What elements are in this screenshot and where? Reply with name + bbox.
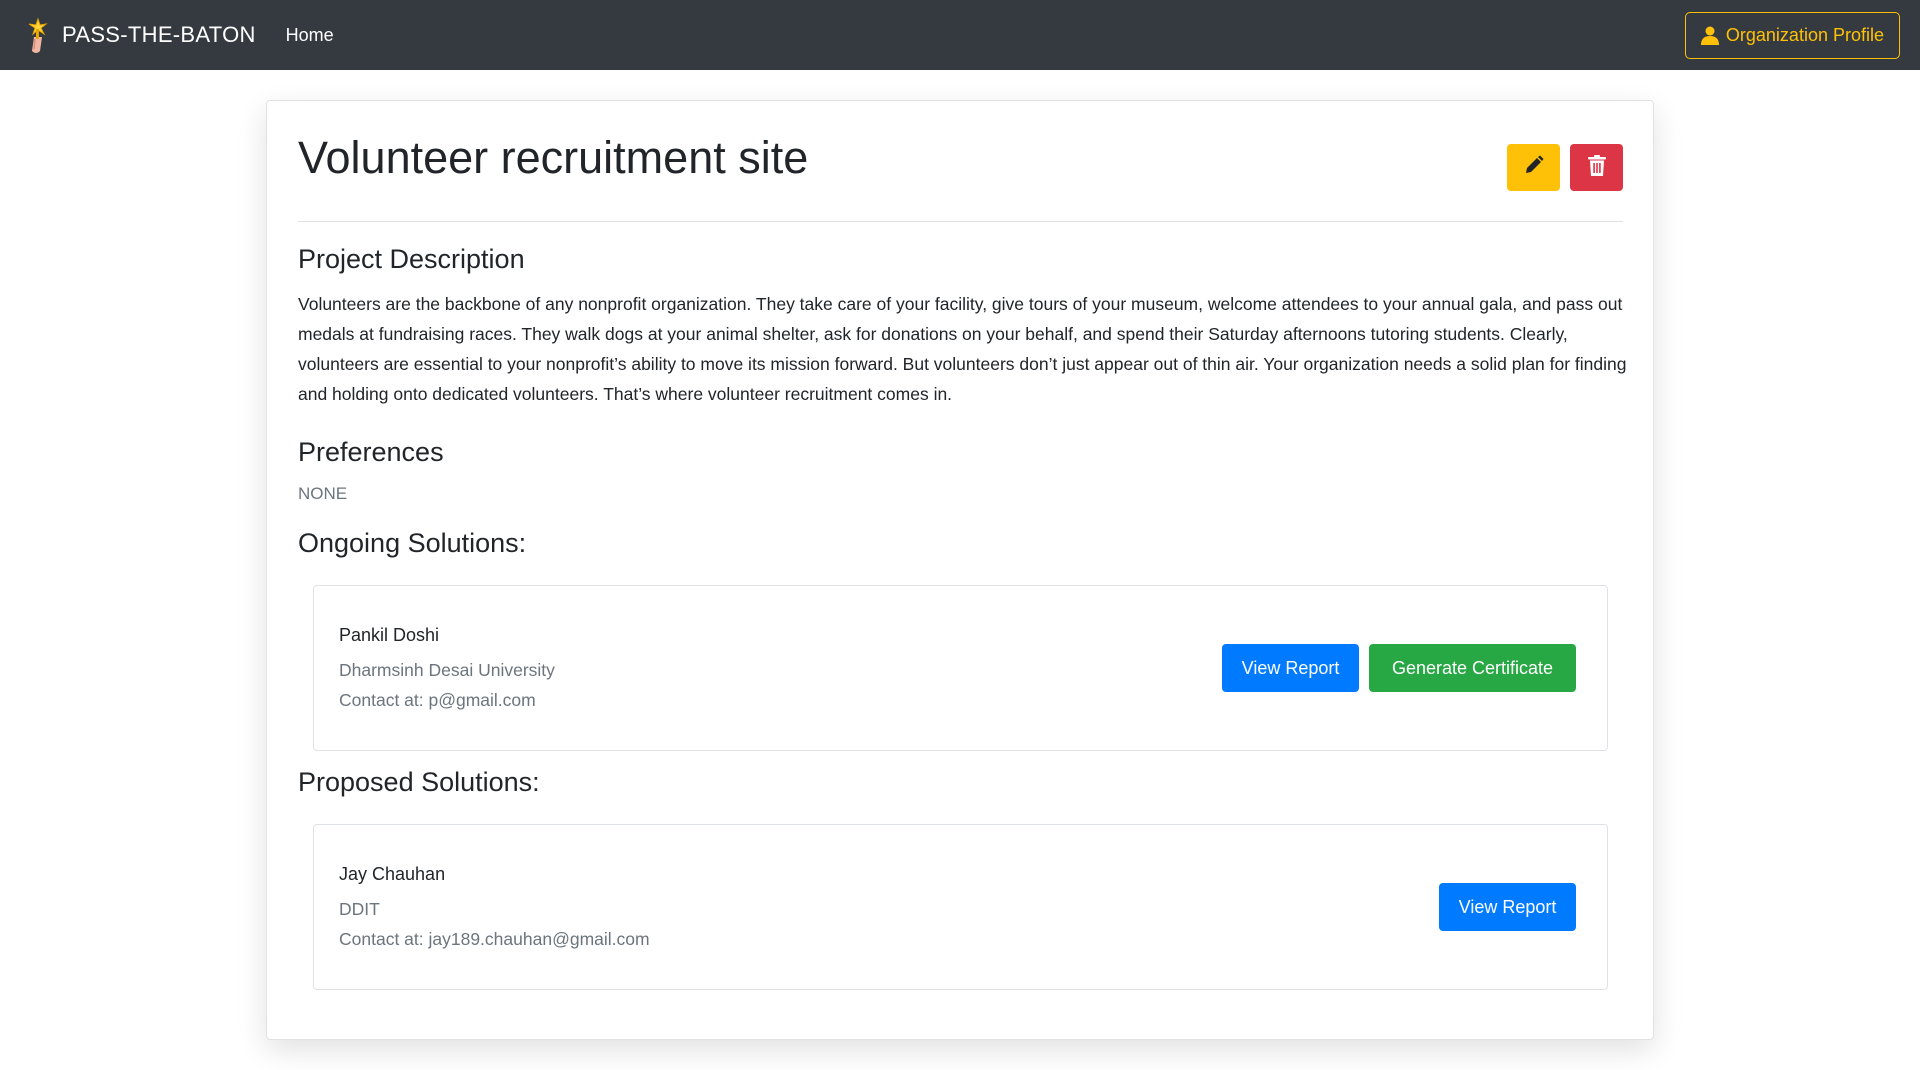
- organization-profile-label: Organization Profile: [1725, 24, 1884, 45]
- delete-button[interactable]: [1570, 144, 1623, 191]
- solution-actions: View Report Generate Certificate: [1222, 644, 1576, 692]
- solver-contact: Contact at: jay189.chauhan@gmail.com: [339, 929, 650, 949]
- solution-actions: View Report: [1439, 883, 1576, 931]
- brand-link[interactable]: PASS-THE-BATON: [26, 15, 256, 55]
- view-report-button[interactable]: View Report: [1439, 883, 1576, 931]
- title-row: Volunteer recruitment site: [298, 101, 1623, 222]
- brand-name: PASS-THE-BATON: [62, 22, 256, 47]
- ongoing-solutions-heading: Ongoing Solutions:: [298, 528, 527, 558]
- solver-name: Pankil Doshi: [339, 625, 440, 645]
- solution-info: Pankil Doshi Dharmsinh Desai University …: [339, 625, 555, 711]
- solver-contact: Contact at: p@gmail.com: [339, 690, 536, 710]
- user-icon: [1700, 25, 1720, 45]
- proposed-solutions-heading: Proposed Solutions:: [298, 767, 540, 797]
- navbar: PASS-THE-BATON Home Organization Profile: [0, 0, 1920, 70]
- description-heading: Project Description: [298, 244, 525, 274]
- view-report-button[interactable]: View Report: [1222, 644, 1359, 692]
- organization-profile-button[interactable]: Organization Profile: [1684, 11, 1900, 59]
- solution-info: Jay Chauhan DDIT Contact at: jay189.chau…: [339, 864, 650, 950]
- generate-certificate-button[interactable]: Generate Certificate: [1369, 644, 1576, 692]
- nav-left: PASS-THE-BATON Home: [26, 15, 334, 55]
- solver-organization: DDIT: [339, 899, 380, 919]
- pencil-icon: [1524, 155, 1544, 180]
- preferences-heading: Preferences: [298, 437, 444, 467]
- page-title: Volunteer recruitment site: [298, 132, 809, 183]
- nav-home-link[interactable]: Home: [286, 25, 334, 46]
- edit-button[interactable]: [1507, 144, 1560, 191]
- project-card: Volunteer recruitment site Project Descr…: [266, 100, 1654, 1040]
- ongoing-solution-card: Pankil Doshi Dharmsinh Desai University …: [313, 585, 1608, 751]
- proposed-solution-card: Jay Chauhan DDIT Contact at: jay189.chau…: [313, 824, 1608, 990]
- preferences-value: NONE: [298, 484, 348, 503]
- solver-name: Jay Chauhan: [339, 864, 446, 884]
- project-description: Volunteers are the backbone of any nonpr…: [298, 294, 1627, 404]
- project-actions: [1507, 144, 1623, 191]
- trash-icon: [1587, 154, 1606, 181]
- solver-organization: Dharmsinh Desai University: [339, 660, 555, 680]
- baton-hand-icon: [26, 15, 50, 55]
